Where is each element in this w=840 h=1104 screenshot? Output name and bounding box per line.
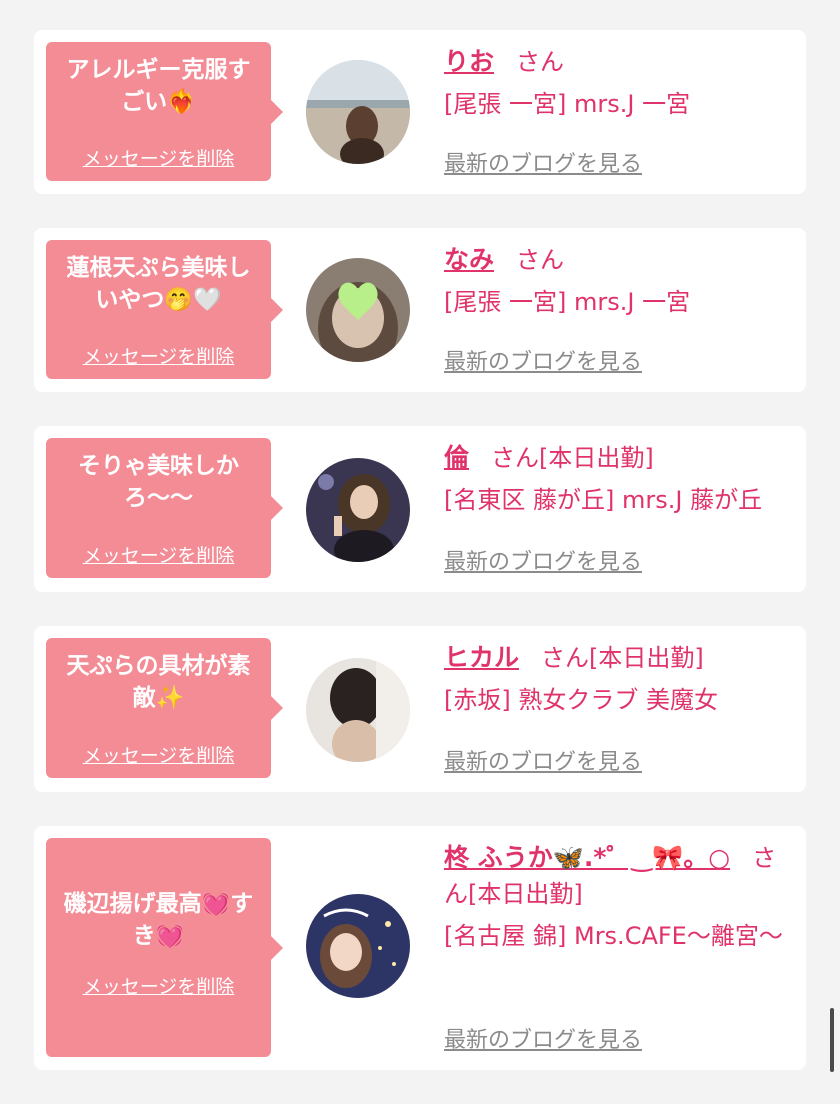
message-card: アレルギー克服すごい❤️‍🔥 メッセージを削除 りお さん [尾張 一宮] mrs…	[34, 30, 806, 194]
message-text: 天ぷらの具材が素敵✨	[66, 653, 251, 711]
profile-info: ヒカル さん[本日出勤] [赤坂] 熟女クラブ 美魔女	[444, 640, 792, 718]
message-list: アレルギー克服すごい❤️‍🔥 メッセージを削除 りお さん [尾張 一宮] mrs…	[34, 30, 806, 1104]
delete-message-link[interactable]: メッセージを削除	[46, 541, 271, 568]
avatar[interactable]	[306, 658, 410, 762]
message-text: そりゃ美味しかろ〜〜	[78, 453, 239, 511]
message-bubble: アレルギー克服すごい❤️‍🔥 メッセージを削除	[46, 42, 283, 181]
scrollbar[interactable]	[830, 1008, 834, 1072]
profile-info: 倫さん[本日出勤] [名東区 藤が丘] mrs.J 藤が丘	[444, 440, 792, 518]
shop-label: [赤坂] 熟女クラブ 美魔女	[444, 686, 718, 714]
delete-message-link[interactable]: メッセージを削除	[46, 144, 271, 171]
message-text: 蓮根天ぷら美味しいやつ🤭🤍	[66, 255, 251, 313]
delete-message-link[interactable]: メッセージを削除	[46, 972, 271, 999]
shop-label: [名東区 藤が丘] mrs.J 藤が丘	[444, 486, 763, 514]
honorific: さん	[516, 246, 565, 274]
name-link[interactable]: 倫	[444, 443, 469, 472]
name-link[interactable]: なみ	[444, 245, 494, 274]
status-tag: [本日出勤]	[468, 880, 583, 908]
profile-info: りお さん [尾張 一宮] mrs.J 一宮	[444, 44, 792, 122]
blog-link[interactable]: 最新のブログを見る	[444, 344, 642, 376]
honorific: さん	[491, 444, 540, 472]
blog-link[interactable]: 最新のブログを見る	[444, 146, 642, 178]
delete-message-link[interactable]: メッセージを削除	[46, 741, 271, 768]
avatar[interactable]	[306, 258, 410, 362]
status-tag: [本日出勤]	[539, 444, 654, 472]
message-bubble: 天ぷらの具材が素敵✨ メッセージを削除	[46, 638, 283, 778]
name-link[interactable]: りお	[444, 47, 494, 76]
message-card: 天ぷらの具材が素敵✨ メッセージを削除 ヒカル さん[本日出勤] [赤坂] 熟女ク…	[34, 626, 806, 792]
message-card: そりゃ美味しかろ〜〜 メッセージを削除 倫さん[本日出勤] [名東区 藤が丘] …	[34, 426, 806, 592]
delete-message-link[interactable]: メッセージを削除	[46, 342, 271, 369]
honorific: さん	[516, 48, 565, 76]
avatar[interactable]	[306, 894, 410, 998]
profile-info: 柊 ふうか🦋.*゜‿🎀。○ さん[本日出勤] [名古屋 錦] Mrs.CAFE〜離…	[444, 840, 792, 954]
message-bubble: 磯辺揚げ最高💓すき💓 メッセージを削除	[46, 838, 283, 1057]
status-tag: [本日出勤]	[589, 644, 704, 672]
name-link[interactable]: ヒカル	[444, 643, 519, 672]
blog-link[interactable]: 最新のブログを見る	[444, 544, 642, 576]
message-bubble: 蓮根天ぷら美味しいやつ🤭🤍 メッセージを削除	[46, 240, 283, 379]
blog-link[interactable]: 最新のブログを見る	[444, 1022, 642, 1054]
shop-label: [尾張 一宮] mrs.J 一宮	[444, 288, 691, 316]
message-card: 磯辺揚げ最高💓すき💓 メッセージを削除 柊 ふうか🦋.*゜‿🎀。○ さん[本日出勤…	[34, 826, 806, 1070]
honorific: さん	[541, 644, 590, 672]
message-text: アレルギー克服すごい❤️‍🔥	[66, 57, 251, 115]
avatar[interactable]	[306, 458, 410, 562]
profile-info: なみ さん [尾張 一宮] mrs.J 一宮	[444, 242, 792, 320]
avatar[interactable]	[306, 60, 410, 164]
shop-label: [尾張 一宮] mrs.J 一宮	[444, 90, 691, 118]
blog-link[interactable]: 最新のブログを見る	[444, 744, 642, 776]
message-text: 磯辺揚げ最高💓すき💓	[63, 891, 254, 949]
name-link[interactable]: 柊 ふうか🦋.*゜‿🎀。○	[444, 843, 730, 872]
shop-label: [名古屋 錦] Mrs.CAFE〜離宮〜	[444, 922, 783, 950]
message-bubble: そりゃ美味しかろ〜〜 メッセージを削除	[46, 438, 283, 578]
message-card: 蓮根天ぷら美味しいやつ🤭🤍 メッセージを削除 なみ さん [尾張 一宮] mrs.…	[34, 228, 806, 392]
